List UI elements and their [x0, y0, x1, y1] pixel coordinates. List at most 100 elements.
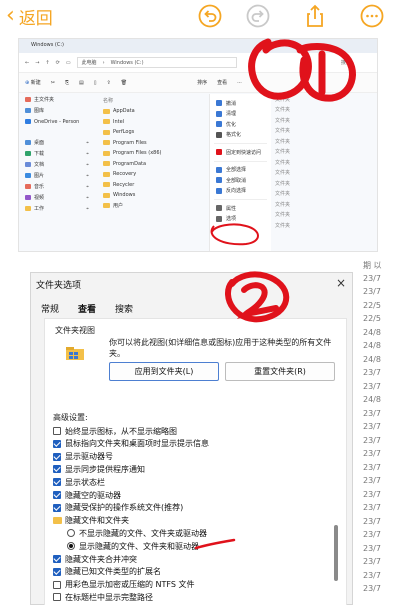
undo-icon[interactable] — [198, 4, 222, 28]
menu-item-4[interactable]: 固定到快速访问 — [210, 147, 271, 158]
file-row[interactable]: Recycler — [97, 180, 207, 191]
setting-label: 显示隐藏的文件、文件夹和驱动器 — [79, 541, 199, 551]
setting-label: 显示驱动器号 — [65, 452, 113, 462]
setting-radio[interactable] — [67, 529, 75, 538]
nav-item-9[interactable]: 工作 ⌖ — [19, 203, 95, 214]
nav-item-0[interactable]: 主文件夹 — [19, 94, 95, 105]
crumb-drive[interactable]: Windows (C:) — [111, 60, 144, 66]
menu-item-7[interactable]: 反向选择 — [210, 186, 271, 197]
apply-to-folders-button[interactable]: 应用到文件夹(L) — [109, 362, 219, 381]
back-arrow-icon[interactable]: ← — [25, 60, 29, 66]
nav-item-6[interactable]: 图片 ⌖ — [19, 170, 95, 181]
share-icon[interactable] — [303, 4, 327, 28]
folder-options-dialog: 文件夹选项 × 常规 查看 搜索 文件夹视图 你可以将此视图(如详细信息或图标)… — [30, 272, 353, 605]
setting-row-3[interactable]: 显示同步提供程序通知 — [53, 463, 145, 475]
overflow-icon[interactable]: ··· — [237, 80, 242, 86]
setting-checkbox[interactable] — [53, 452, 61, 461]
setting-row-0[interactable]: 始终显示图标，从不显示缩略图 — [53, 425, 177, 437]
menu-item-6[interactable]: 全部取消 — [210, 175, 271, 186]
file-row[interactable]: PerfLogs — [97, 127, 207, 138]
file-name: Recycler — [113, 181, 135, 188]
rename-icon[interactable]: ▯ — [94, 80, 97, 86]
setting-label: 隐藏已知文件类型的扩展名 — [65, 567, 161, 577]
setting-row-1[interactable]: 鼠标指向文件夹和桌面项时显示提示信息 — [53, 438, 209, 450]
file-row[interactable]: Program Files (x86) — [97, 148, 207, 159]
setting-checkbox[interactable] — [53, 567, 61, 576]
delete-icon[interactable]: 🗑 — [121, 80, 127, 86]
nav-item-label: 音乐 — [34, 184, 45, 190]
nav-item-7[interactable]: 音乐 ⌖ — [19, 181, 95, 192]
tab-general[interactable]: 常规 — [41, 302, 59, 315]
column-header-name[interactable]: 名称 — [97, 94, 207, 106]
nav-item-4[interactable]: 下载 ⌖ — [19, 148, 95, 159]
setting-row-12[interactable]: 用彩色显示加密或压缩的 NTFS 文件 — [53, 579, 195, 591]
setting-checkbox[interactable] — [53, 580, 61, 589]
setting-row-9[interactable]: 显示隐藏的文件、文件夹和驱动器 — [67, 540, 199, 552]
nav-item-2[interactable]: OneDrive - Person — [19, 116, 95, 127]
crumb-this-pc[interactable]: 此电脑 — [82, 59, 97, 66]
share-small-icon[interactable]: ⇪ — [107, 80, 111, 86]
setting-row-10[interactable]: 隐藏文件夹合并冲突 — [53, 553, 137, 565]
setting-checkbox[interactable] — [53, 593, 61, 602]
view-button[interactable]: 查看 — [217, 79, 227, 86]
reset-folders-button[interactable]: 重置文件夹(R) — [225, 362, 335, 381]
paste-icon[interactable]: ▤ — [79, 80, 84, 86]
copy-icon[interactable]: ⎘ — [65, 80, 69, 86]
close-icon[interactable]: × — [336, 276, 346, 290]
redo-icon[interactable] — [246, 4, 270, 28]
file-row[interactable]: Intel — [97, 117, 207, 128]
nav-item-8[interactable]: 视频 ⌖ — [19, 192, 95, 203]
setting-row-2[interactable]: 显示驱动器号 — [53, 451, 113, 463]
nav-item-5[interactable]: 文档 ⌖ — [19, 159, 95, 170]
explorer-tab[interactable]: Windows (C:) — [19, 39, 377, 53]
menu-item-5[interactable]: 全部选择 — [210, 165, 271, 176]
menu-item-9[interactable]: 选项 — [210, 214, 271, 225]
nav-item-label: OneDrive - Person — [34, 118, 80, 125]
file-row[interactable]: 用户 — [97, 201, 207, 212]
setting-row-11[interactable]: 隐藏已知文件类型的扩展名 — [53, 566, 161, 578]
cut-icon[interactable]: ✂ — [51, 80, 55, 86]
tab-view[interactable]: 查看 — [78, 302, 96, 315]
path-box[interactable]: 此电脑 › Windows (C:) — [76, 57, 237, 68]
setting-checkbox[interactable] — [53, 503, 61, 512]
tab-search[interactable]: 搜索 — [115, 302, 133, 315]
setting-row-6[interactable]: 隐藏受保护的操作系统文件(推荐) — [53, 502, 183, 514]
setting-label: 始终显示图标，从不显示缩略图 — [65, 426, 177, 436]
forward-arrow-icon[interactable]: → — [35, 60, 39, 66]
more-icon[interactable] — [360, 4, 384, 28]
file-row[interactable]: Program Files — [97, 138, 207, 149]
file-row[interactable]: ProgramData — [97, 159, 207, 170]
search-input[interactable]: 搜索 — [341, 59, 351, 66]
setting-row-7[interactable]: 隐藏文件和文件夹 — [53, 515, 129, 527]
menu-item-3[interactable]: 格式化 — [210, 130, 271, 141]
address-bar: ← → ↑ ⟳ ▭ 此电脑 › Windows (C:) 搜索 — [19, 53, 377, 73]
advanced-settings-scrollbar[interactable] — [333, 425, 339, 605]
file-row[interactable]: Recovery — [97, 169, 207, 180]
setting-checkbox[interactable] — [53, 555, 61, 563]
setting-checkbox[interactable] — [53, 427, 61, 435]
setting-row-13[interactable]: 在标题栏中显示完整路径 — [53, 591, 153, 603]
file-row[interactable]: AppData — [97, 106, 207, 117]
menu-item-0[interactable]: 撤消 — [210, 98, 271, 109]
menu-item-8[interactable]: 属性 — [210, 203, 271, 214]
setting-checkbox[interactable] — [53, 478, 61, 487]
setting-row-5[interactable]: 隐藏空的驱动器 — [53, 489, 121, 501]
setting-checkbox[interactable] — [53, 439, 61, 448]
nav-item-1[interactable]: 图库 — [19, 105, 95, 116]
nav-item-3[interactable]: 桌面 ⌖ — [19, 137, 95, 148]
setting-radio[interactable] — [67, 542, 75, 551]
menu-item-1[interactable]: 清理 — [210, 109, 271, 120]
setting-checkbox[interactable] — [53, 465, 61, 474]
sort-button[interactable]: 排序 — [197, 79, 207, 86]
up-arrow-icon[interactable]: ↑ — [45, 60, 49, 66]
file-row[interactable]: Windows — [97, 190, 207, 201]
setting-checkbox[interactable] — [53, 491, 61, 499]
setting-row-4[interactable]: 显示状态栏 — [53, 476, 105, 488]
refresh-icon[interactable]: ⟳ — [56, 60, 60, 66]
date-column: 期 以 23/7 23/7 22/5 22/5 24/8 24/8 24/8 23/7 23/7 2… — [353, 260, 400, 598]
scrollbar-thumb[interactable] — [334, 525, 338, 581]
new-button[interactable]: ⊕ 新建 — [25, 79, 41, 86]
setting-row-8[interactable]: 不显示隐藏的文件、文件夹或驱动器 — [67, 527, 207, 539]
back-button[interactable]: ‹ 返回 — [6, 4, 53, 29]
menu-item-2[interactable]: 优化 — [210, 119, 271, 130]
